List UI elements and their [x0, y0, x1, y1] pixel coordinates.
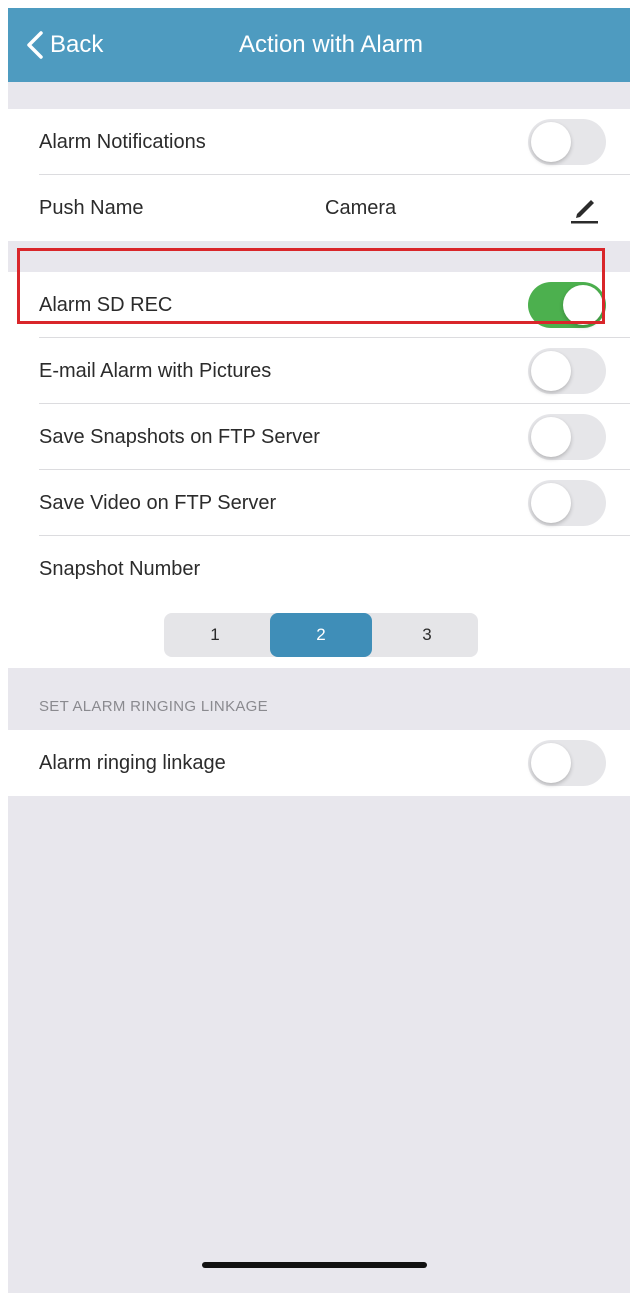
- toggle-knob: [531, 743, 571, 783]
- edit-push-name-button[interactable]: [566, 190, 602, 226]
- ftp-snapshots-label: Save Snapshots on FTP Server: [39, 425, 320, 448]
- chevron-left-icon: [27, 31, 43, 59]
- toggle-knob: [531, 351, 571, 391]
- push-name-value: Camera: [325, 196, 397, 219]
- navigation-bar: Back Action with Alarm: [8, 8, 630, 82]
- back-button[interactable]: Back: [26, 8, 103, 82]
- alarm-notifications-row: Alarm Notifications: [8, 109, 630, 175]
- ftp-snapshots-row: Save Snapshots on FTP Server: [8, 404, 630, 470]
- pencil-icon: [571, 200, 598, 224]
- alarm-ringing-linkage-toggle[interactable]: [528, 740, 606, 786]
- ringing-section-header: SET ALARM RINGING LINKAGE: [39, 698, 268, 715]
- home-indicator: [202, 1262, 427, 1268]
- recording-group: Alarm SD REC E-mail Alarm with Pictures …: [8, 272, 630, 668]
- email-alarm-label: E-mail Alarm with Pictures: [39, 359, 272, 382]
- alarm-sd-rec-row: Alarm SD REC: [8, 272, 630, 338]
- alarm-notifications-label: Alarm Notifications: [39, 130, 206, 153]
- alarm-action-screen: Back Action with Alarm Alarm Notificatio…: [8, 8, 630, 1293]
- push-name-row: Push Name Camera: [8, 175, 630, 241]
- toggle-knob: [531, 483, 571, 523]
- alarm-ringing-linkage-label: Alarm ringing linkage: [39, 751, 226, 774]
- ftp-video-row: Save Video on FTP Server: [8, 470, 630, 536]
- alarm-sd-rec-toggle[interactable]: [528, 282, 606, 328]
- toggle-knob: [531, 122, 571, 162]
- snapshot-option[interactable]: 2: [270, 613, 372, 657]
- ftp-video-label: Save Video on FTP Server: [39, 491, 277, 514]
- alarm-ringing-linkage-row: Alarm ringing linkage: [8, 730, 630, 796]
- snapshot-number-row: Snapshot Number: [8, 536, 630, 602]
- snapshot-option[interactable]: 3: [376, 613, 478, 657]
- push-name-label: Push Name: [39, 196, 144, 219]
- toggle-knob: [563, 285, 603, 325]
- alarm-notifications-toggle[interactable]: [528, 119, 606, 165]
- email-alarm-row: E-mail Alarm with Pictures: [8, 338, 630, 404]
- email-alarm-toggle[interactable]: [528, 348, 606, 394]
- back-label: Back: [50, 31, 104, 58]
- snapshot-number-selector: 1 2 3: [164, 613, 478, 657]
- ftp-snapshots-toggle[interactable]: [528, 414, 606, 460]
- toggle-knob: [531, 417, 571, 457]
- alarm-sd-rec-label: Alarm SD REC: [39, 293, 173, 316]
- ringing-group: Alarm ringing linkage: [8, 730, 630, 796]
- snapshot-option[interactable]: 1: [164, 613, 266, 657]
- snapshot-number-label: Snapshot Number: [39, 557, 201, 580]
- ftp-video-toggle[interactable]: [528, 480, 606, 526]
- notifications-group: Alarm Notifications Push Name Camera: [8, 109, 630, 241]
